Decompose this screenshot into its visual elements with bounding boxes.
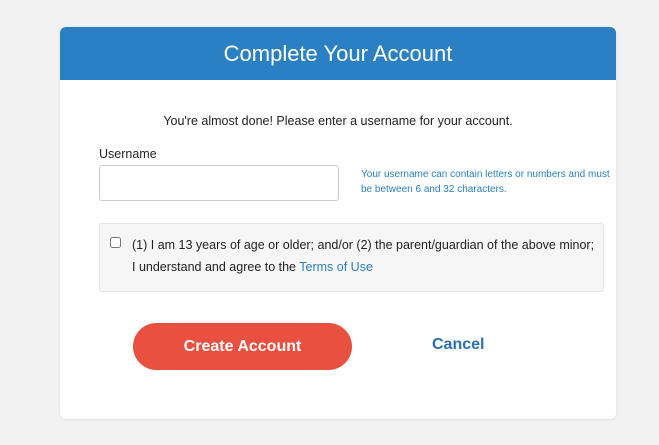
username-input[interactable] [99,165,339,201]
username-hint: Your username can contain letters or num… [361,169,610,195]
terms-of-use-link[interactable]: Terms of Use [299,260,373,274]
terms-text: (1) I am 13 years of age or older; and/o… [132,234,597,278]
intro-text: You're almost done! Please enter a usern… [163,114,513,128]
complete-account-card: Complete Your Account You're almost done… [60,27,616,419]
page-title: Complete Your Account [223,40,453,66]
create-account-button[interactable]: Create Account [133,323,352,370]
terms-checkbox[interactable] [110,237,121,248]
terms-box: (1) I am 13 years of age or older; and/o… [99,223,604,292]
cancel-button[interactable]: Cancel [432,336,484,354]
card-header: Complete Your Account [60,27,616,80]
username-label: Username [99,147,157,161]
